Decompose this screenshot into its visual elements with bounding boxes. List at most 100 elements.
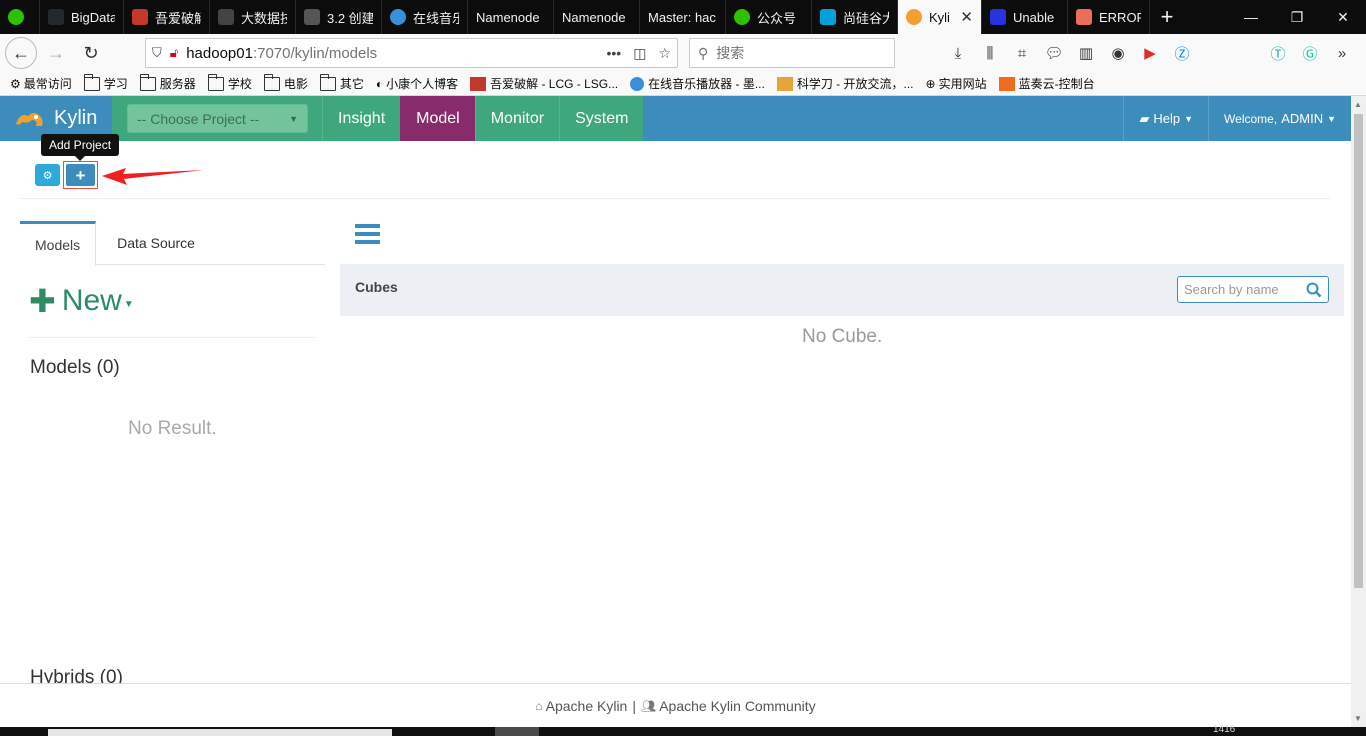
restore-button[interactable]: ❐ <box>1274 0 1320 34</box>
toggle-sidebar-icon[interactable] <box>355 224 380 244</box>
divider <box>20 198 1330 199</box>
cube-search-input[interactable]: Search by name <box>1177 276 1329 303</box>
browser-tab-active[interactable]: Kylin ✕ <box>898 0 982 34</box>
scroll-down-icon[interactable]: ▼ <box>1354 714 1362 723</box>
taskbar-clock: 1416 <box>1213 724 1236 735</box>
account-icon[interactable]: ◉ <box>1102 38 1134 68</box>
browser-tab[interactable]: Namenode <box>554 0 640 34</box>
project-select[interactable]: -- Choose Project -- ▼ <box>127 104 308 133</box>
caret-down-icon: ▼ <box>289 113 298 124</box>
bookmark-folder[interactable]: 学习 <box>83 73 128 92</box>
close-window-button[interactable]: ✕ <box>1320 0 1366 34</box>
minimize-button[interactable]: — <box>1228 0 1274 34</box>
back-button[interactable]: ← <box>5 37 37 69</box>
folder-icon <box>207 73 224 91</box>
globe-icon <box>630 76 645 91</box>
browser-tab[interactable]: 在线音乐 <box>382 0 468 34</box>
os-taskbar: 1416 <box>0 724 1366 736</box>
search-icon[interactable] <box>1306 282 1322 298</box>
browser-tab[interactable]: Namenode <box>468 0 554 34</box>
chat-icon[interactable]: 💬︎ <box>1038 38 1070 68</box>
scrollbar-thumb[interactable] <box>1354 114 1363 588</box>
bookmark-folder[interactable]: 服务器 <box>139 73 196 92</box>
footer-link-community[interactable]: Apache Kylin Community <box>659 698 815 714</box>
reload-button[interactable]: ↻ <box>75 37 107 69</box>
bookmark-folder[interactable]: 电影 <box>263 73 308 92</box>
left-tabs: Models Data Source <box>20 221 325 266</box>
overflow-icon[interactable]: » <box>1326 38 1358 68</box>
translate-icon[interactable]: Ⓣ <box>1262 38 1294 68</box>
pocket-icon[interactable]: ◫ <box>633 45 646 62</box>
bookmark-folder[interactable]: 其它 <box>319 73 364 92</box>
bookmark-folder[interactable]: ⊕ 实用网站 <box>926 75 987 92</box>
bookmark-folder[interactable]: 学校 <box>207 73 252 92</box>
gear-icon: ⚙ <box>10 76 21 91</box>
bookmark-link[interactable]: 蓝奏云-控制台 <box>998 75 1095 92</box>
browser-tab[interactable]: 公众号 <box>726 0 812 34</box>
menu-system[interactable]: System <box>559 96 644 141</box>
tab-data-source[interactable]: Data Source <box>96 221 210 265</box>
blog-icon: ◐ <box>375 76 384 91</box>
folder-icon <box>319 73 336 91</box>
menu-icon[interactable]: ≡ <box>1358 38 1366 68</box>
manage-project-button[interactable]: ⚙ <box>35 164 60 186</box>
add-project-tooltip: Add Project <box>41 134 120 161</box>
browser-tab[interactable]: Unable <box>982 0 1068 34</box>
browser-tab[interactable]: 大数据技 <box>210 0 296 34</box>
browser-nav-toolbar: ← → ↻ ⛉ 🔓︎ hadoop01:7070/kylin/models ••… <box>0 34 1366 72</box>
bookmark-link[interactable]: ◐ 小康个人博客 <box>376 75 458 92</box>
kylin-logo-icon <box>16 112 43 126</box>
browser-tab[interactable]: 3.2 创建 <box>296 0 382 34</box>
zhihu-icon[interactable]: Ⓩ <box>1166 38 1198 68</box>
menu-insight[interactable]: Insight <box>322 96 401 141</box>
new-dropdown-button[interactable]: ✚ New ▼ <box>29 282 134 320</box>
knife-icon <box>776 76 793 91</box>
book-icon: ▰ <box>1139 110 1150 126</box>
menu-model[interactable]: Model <box>400 96 475 141</box>
forward-button[interactable]: → <box>40 37 72 69</box>
bookmark-link[interactable]: 吾爱破解 - LCG - LSG... <box>470 75 618 92</box>
bookmark-star-icon[interactable]: ☆ <box>658 45 671 62</box>
search-icon: ⚲ <box>698 44 709 61</box>
grammarly-icon[interactable]: Ⓖ <box>1294 38 1326 68</box>
taskbar-item[interactable] <box>48 729 392 736</box>
close-icon[interactable]: ✕ <box>960 8 973 26</box>
no-cube-text: No Cube. <box>802 326 883 347</box>
url-bar[interactable]: ⛉ 🔓︎ hadoop01:7070/kylin/models ••• ◫ ☆ <box>145 38 678 68</box>
vertical-scrollbar[interactable]: ▲ ▼ <box>1351 96 1366 727</box>
browser-tab[interactable]: Master: hac <box>640 0 726 34</box>
bookmark-most-visited[interactable]: ⚙ 最常访问 <box>10 75 72 92</box>
caret-down-icon: ▼ <box>123 298 134 310</box>
browser-tab[interactable]: 吾爱破解 <box>124 0 210 34</box>
youtube-icon[interactable]: ▶ <box>1134 38 1166 68</box>
bookmark-link[interactable]: 科学刀 - 开放交流，... <box>776 75 914 92</box>
taskbar-item[interactable] <box>495 727 539 736</box>
footer-link-apache-kylin[interactable]: Apache Kylin <box>546 698 628 714</box>
menu-monitor[interactable]: Monitor <box>474 96 560 141</box>
cogs-icon: ⚙ <box>42 169 53 182</box>
shield-icon[interactable]: ⛉ <box>152 45 162 61</box>
user-menu[interactable]: Welcome, ADMIN ▼ <box>1208 96 1351 141</box>
browser-tab[interactable]: ERROR <box>1068 0 1150 34</box>
page-actions-icon[interactable]: ••• <box>606 45 621 62</box>
sidebar-icon[interactable]: ▥ <box>1070 38 1102 68</box>
bookmark-link[interactable]: 在线音乐播放器 - 墨... <box>630 75 765 92</box>
search-input[interactable]: ⚲ 搜索 <box>689 38 895 68</box>
wechat-icon <box>8 9 24 25</box>
book-icon <box>304 9 320 25</box>
new-tab-button[interactable]: + <box>1150 0 1184 34</box>
screenshot-icon[interactable]: ⌗ <box>1006 38 1038 68</box>
annotation-arrow-icon <box>102 168 204 185</box>
library-icon[interactable]: ⫼ <box>974 38 1006 68</box>
caret-down-icon: ▼ <box>1184 113 1194 124</box>
help-menu[interactable]: ▰ Help ▼ <box>1123 96 1208 141</box>
download-icon[interactable]: ⤓ <box>942 38 974 68</box>
scroll-up-icon[interactable]: ▲ <box>1354 100 1362 109</box>
browser-tab[interactable]: BigData <box>40 0 124 34</box>
tab-models[interactable]: Models <box>20 221 97 266</box>
folder-icon <box>83 73 100 91</box>
browser-tab[interactable]: 尚硅谷大 <box>812 0 898 34</box>
add-project-button[interactable]: + <box>66 164 95 186</box>
browser-tab[interactable] <box>0 0 40 34</box>
insecure-lock-icon[interactable]: 🔓︎ <box>170 45 178 61</box>
